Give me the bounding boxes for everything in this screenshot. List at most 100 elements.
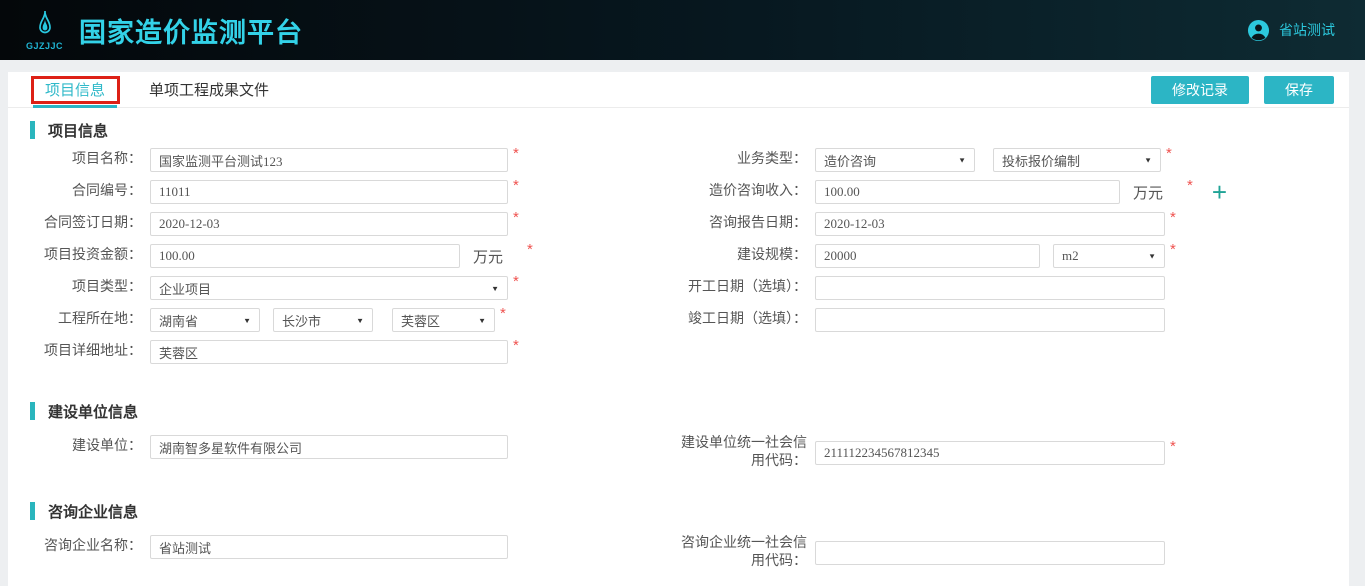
section-consulting-company: 咨询企业信息 — [30, 501, 1349, 521]
dropdown-arrow-icon: ▼ — [478, 316, 486, 324]
required-asterisk — [513, 337, 519, 354]
form-column-left: 咨询企业名称： — [8, 535, 677, 579]
business-type-row: 业务类型： 造价咨询 ▼ 投标报价编制 ▼ — [677, 148, 1349, 172]
save-button[interactable]: 保存 — [1264, 76, 1334, 104]
investment-amount-row: 项目投资金额： 万元 — [8, 244, 677, 268]
required-asterisk — [513, 145, 519, 162]
project-name-label: 项目名称： — [8, 151, 142, 169]
required-asterisk — [500, 305, 506, 322]
active-tab-underline — [33, 105, 117, 108]
investment-amount-input[interactable] — [150, 244, 460, 268]
district-value: 芙蓉区 — [401, 311, 440, 330]
required-asterisk — [1187, 177, 1193, 194]
construction-scale-row: 建设规模： m2 ▼ — [677, 244, 1349, 268]
section-construction-unit: 建设单位信息 — [30, 401, 1349, 421]
add-income-icon[interactable]: + — [1212, 182, 1227, 202]
contract-sign-date-row: 合同签订日期： — [8, 212, 677, 236]
form-column-left: 建设单位： — [8, 435, 677, 479]
main-content: 项目信息 单项工程成果文件 修改记录 保存 项目信息 项目名称： 合同编号： — [8, 72, 1349, 586]
consulting-company-label: 咨询企业名称： — [8, 538, 142, 556]
section-bar — [30, 402, 35, 420]
platform-logo: GJZJJC — [26, 10, 63, 51]
consulting-credit-code-row: 咨询企业统一社会信用代码： — [677, 535, 1349, 571]
start-date-row: 开工日期（选填）： — [677, 276, 1349, 300]
consulting-income-row: 造价咨询收入： 万元 + — [677, 180, 1349, 204]
form-column-right: 咨询企业统一社会信用代码： — [677, 535, 1349, 579]
project-address-input[interactable] — [150, 340, 508, 364]
province-select[interactable]: 湖南省 ▼ — [150, 308, 260, 332]
required-asterisk — [1170, 209, 1176, 226]
report-date-row: 咨询报告日期： — [677, 212, 1349, 236]
construction-credit-code-row: 建设单位统一社会信用代码： — [677, 435, 1349, 471]
business-type-select[interactable]: 造价咨询 ▼ — [815, 148, 975, 172]
completion-date-label: 竣工日期（选填）： — [677, 311, 807, 329]
dropdown-arrow-icon: ▼ — [1148, 252, 1156, 260]
scale-unit-value: m2 — [1062, 248, 1079, 264]
contract-sign-date-input[interactable] — [150, 212, 508, 236]
consulting-income-input[interactable] — [815, 180, 1120, 204]
dropdown-arrow-icon: ▼ — [243, 316, 251, 324]
form-column-left: 项目名称： 合同编号： 合同签订日期： 项目投资金额： 万元 — [8, 148, 677, 372]
user-menu[interactable]: 省站测试 — [1247, 19, 1335, 42]
section-bar — [30, 502, 35, 520]
tab-single-project-files-label: 单项工程成果文件 — [149, 79, 269, 100]
consulting-company-row: 咨询企业名称： — [8, 535, 677, 559]
section-bar — [30, 121, 35, 139]
consulting-credit-code-input[interactable] — [815, 541, 1165, 565]
modify-record-button[interactable]: 修改记录 — [1151, 76, 1249, 104]
required-asterisk — [1170, 438, 1176, 455]
dropdown-arrow-icon: ▼ — [958, 156, 966, 164]
dropdown-arrow-icon: ▼ — [491, 284, 499, 292]
required-asterisk — [527, 241, 533, 258]
project-address-label: 项目详细地址： — [8, 343, 142, 361]
required-asterisk — [513, 273, 519, 290]
city-select[interactable]: 长沙市 ▼ — [273, 308, 373, 332]
project-address-row: 项目详细地址： — [8, 340, 677, 364]
construction-unit-input[interactable] — [150, 435, 508, 459]
project-type-row: 项目类型： 企业项目 ▼ — [8, 276, 677, 300]
app-header: GJZJJC 国家造价监测平台 省站测试 — [0, 0, 1365, 60]
user-avatar-icon — [1247, 19, 1270, 42]
construction-unit-form: 建设单位： 建设单位统一社会信用代码： — [8, 435, 1349, 479]
business-subtype-value: 投标报价编制 — [1002, 151, 1080, 170]
start-date-input[interactable] — [815, 276, 1165, 300]
province-value: 湖南省 — [159, 311, 198, 330]
business-subtype-select[interactable]: 投标报价编制 ▼ — [993, 148, 1161, 172]
project-name-input[interactable] — [150, 148, 508, 172]
district-select[interactable]: 芙蓉区 ▼ — [392, 308, 495, 332]
construction-scale-input[interactable] — [815, 244, 1040, 268]
required-asterisk — [513, 209, 519, 226]
form-column-right: 业务类型： 造价咨询 ▼ 投标报价编制 ▼ 造价咨询收入： 万元 + — [677, 148, 1349, 372]
start-date-label: 开工日期（选填）： — [677, 279, 807, 297]
required-asterisk — [513, 177, 519, 194]
app-title: 国家造价监测平台 — [79, 11, 303, 50]
section-title: 建设单位信息 — [48, 401, 138, 422]
project-location-label: 工程所在地： — [8, 311, 142, 329]
report-date-input[interactable] — [815, 212, 1165, 236]
consulting-company-input[interactable] — [150, 535, 508, 559]
tab-project-info[interactable]: 项目信息 — [33, 72, 117, 107]
consulting-income-label: 造价咨询收入： — [677, 183, 807, 201]
contract-no-input[interactable] — [150, 180, 508, 204]
project-name-row: 项目名称： — [8, 148, 677, 172]
construction-scale-label: 建设规模： — [677, 247, 807, 265]
section-project-info: 项目信息 — [30, 120, 1349, 140]
report-date-label: 咨询报告日期： — [677, 215, 807, 233]
investment-amount-label: 项目投资金额： — [8, 247, 142, 265]
construction-credit-code-input[interactable] — [815, 441, 1165, 465]
tab-project-info-label: 项目信息 — [45, 79, 105, 100]
form-column-right: 建设单位统一社会信用代码： — [677, 435, 1349, 479]
completion-date-input[interactable] — [815, 308, 1165, 332]
scale-unit-select[interactable]: m2 ▼ — [1053, 244, 1165, 268]
tab-bar: 项目信息 单项工程成果文件 修改记录 保存 — [8, 72, 1349, 108]
tab-single-project-files[interactable]: 单项工程成果文件 — [137, 72, 281, 107]
required-asterisk — [1166, 145, 1172, 162]
consulting-credit-code-label: 咨询企业统一社会信用代码： — [677, 535, 807, 571]
project-type-label: 项目类型： — [8, 279, 142, 297]
consulting-company-form: 咨询企业名称： 咨询企业统一社会信用代码： — [8, 535, 1349, 579]
business-type-value: 造价咨询 — [824, 151, 876, 170]
project-type-value: 企业项目 — [159, 279, 211, 298]
contract-no-row: 合同编号： — [8, 180, 677, 204]
contract-sign-date-label: 合同签订日期： — [8, 215, 142, 233]
project-type-select[interactable]: 企业项目 ▼ — [150, 276, 508, 300]
